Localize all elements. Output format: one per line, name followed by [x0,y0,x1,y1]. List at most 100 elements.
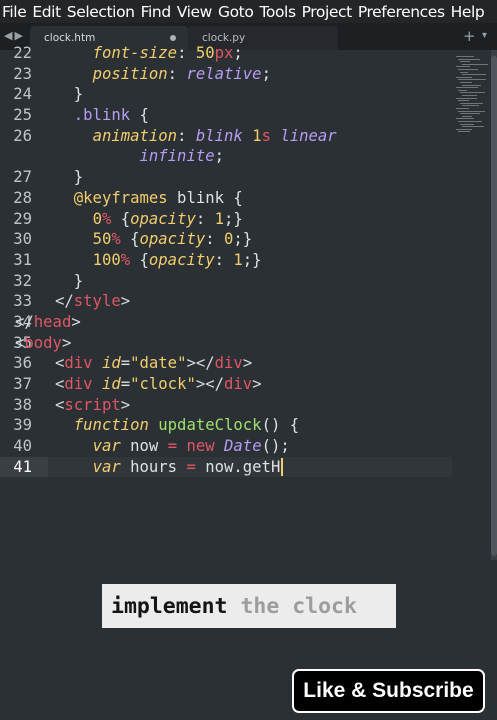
menu-edit[interactable]: Edit [29,3,63,21]
code-line: 34 </head> [0,312,452,333]
text-cursor [281,458,284,477]
code-line: 30 50% {opacity: 0;} [0,229,452,250]
minimap-line [460,92,485,94]
minimap[interactable] [452,50,492,140]
line-text: } [55,271,84,290]
line-text: } [55,168,84,187]
minimap-line [458,58,480,60]
line-number: 38 [13,395,32,414]
menu-selection[interactable]: Selection [64,3,138,21]
like-subscribe-badge: Like & Subscribe [292,669,485,713]
line-text: <script> [55,395,131,414]
menu-help[interactable]: Help [448,3,488,21]
minimap-line [458,100,469,102]
minimap-line [460,123,474,125]
line-text: var now = new Date(); [92,437,290,456]
line-text: var hours = now.getH [55,457,284,478]
code-line: 25 .blink { [0,105,452,126]
line-text: <div id="date"></div> [55,354,253,373]
minimap-line [456,66,470,68]
line-number: 39 [13,416,32,435]
code-line: 38 <script> [0,395,452,416]
minimap-line [460,82,472,83]
line-text: 50% {opacity: 0;} [92,230,253,249]
line-text: </head> [15,312,81,331]
minimap-line [460,61,470,63]
code-line: 35 <body> [0,333,452,354]
minimap-line [456,108,469,109]
code-line-current: 41 var hours = now.getH [0,456,452,478]
menu-tools[interactable]: Tools [256,3,298,21]
unsaved-dot-icon[interactable] [170,35,176,41]
line-number: 30 [13,230,32,249]
line-number: 22 [13,44,32,62]
line-number: 29 [13,209,32,228]
code-line: 23 position: relative; [0,64,452,85]
line-text: </style> [55,292,131,311]
line-number: 27 [13,168,32,187]
line-text: font-size: 50px; [92,44,243,62]
code-line: 36 <div id="date"></div> [0,353,452,374]
caption-typed-text: implement [111,593,228,619]
line-text: 0% {opacity: 1;} [92,209,243,228]
minimap-line [458,131,470,133]
minimap-line [462,115,472,117]
line-text: position: relative; [92,64,271,83]
code-line: 37 <div id="clock"></div> [0,374,452,395]
line-text: } [55,85,84,104]
minimap-line [456,97,477,99]
menu-find[interactable]: Find [138,3,174,21]
code-line: 26 animation: blink 1s linear infinite; [0,126,452,167]
line-number: 36 [13,354,32,373]
line-text: <div id="clock"></div> [55,375,262,394]
line-number: 37 [13,375,32,394]
code-line: 40 var now = new Date(); [0,436,452,457]
code-line: 29 0% {opacity: 1;} [0,209,452,230]
minimap-line [462,63,488,65]
menu-view[interactable]: View [174,3,215,21]
menu-file[interactable]: File [0,3,29,21]
minimap-line [458,69,478,70]
minimap-line [458,89,467,91]
code-line: 28 @keyframes blink { [0,188,452,209]
line-text: .blink { [73,106,149,125]
menu-goto[interactable]: Goto [215,3,256,21]
minimap-line [462,74,486,76]
line-text: 100% {opacity: 1;} [92,250,262,269]
scrollbar-thumb[interactable] [491,56,497,556]
minimap-line [456,76,472,78]
code-line: 32 } [0,271,452,292]
minimap-line [456,118,474,120]
minimap-line [456,128,472,130]
line-number: 23 [13,64,32,83]
minimap-line [456,87,478,89]
minimap-line [458,79,486,81]
minimap-line [462,126,484,128]
code-line: 27 } [0,167,452,188]
code-line: 33 </style> [0,291,452,312]
line-text: @keyframes blink { [73,188,243,207]
new-tab-plus-icon[interactable]: + [463,27,476,45]
code-line: 39 function updateClock() { [0,415,452,436]
line-text: function updateClock() { [73,416,300,435]
menu-project[interactable]: Project [299,3,355,21]
tab-nav-arrows-icon[interactable]: ◀▶ [4,29,25,42]
menu-preferences[interactable]: Preferences [355,3,448,21]
line-number: 31 [13,250,32,269]
line-text: animation: blink 1s linear infinite; [92,126,337,166]
line-number: 26 [13,126,32,145]
code-line: 22 font-size: 50px; [0,43,452,64]
line-number: 32 [13,271,32,290]
code-line: 24 } [0,84,452,105]
minimap-line [462,105,479,107]
line-number: 41 [0,456,48,478]
caption-overlay: implement the clock [102,584,396,628]
menu-bar: File Edit Selection Find View Goto Tools… [0,0,497,23]
minimap-line [460,102,483,104]
vertical-scrollbar[interactable] [491,50,497,560]
code-line: 31 100% {opacity: 1;} [0,250,452,271]
line-text: <body> [15,333,72,352]
tab-list-chevron-icon[interactable]: ▾ [482,30,487,41]
minimap-line [456,56,474,57]
caption-pending-text: the clock [227,593,357,619]
